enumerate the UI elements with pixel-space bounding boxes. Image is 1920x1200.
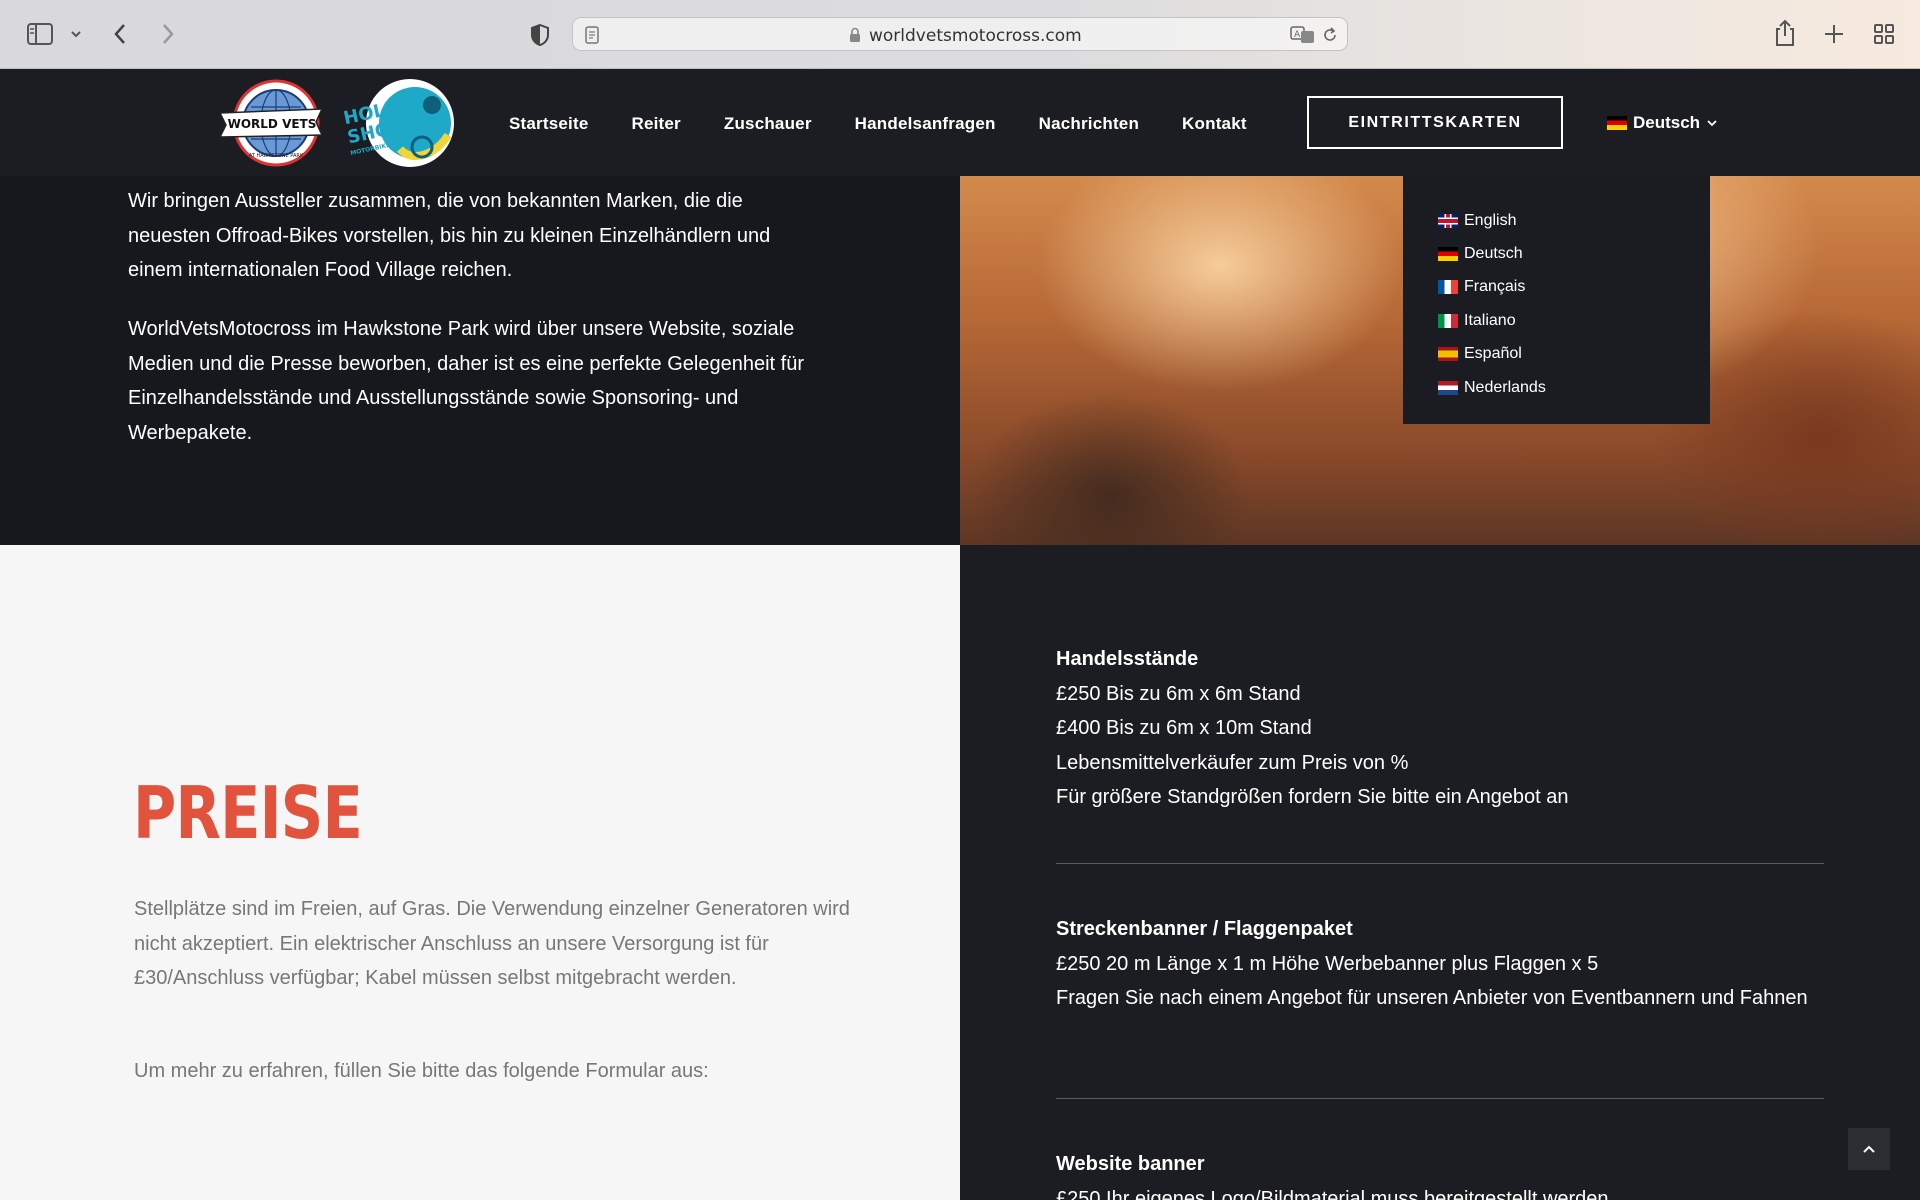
language-current-label: Deutsch bbox=[1633, 113, 1701, 132]
shield-icon[interactable] bbox=[529, 23, 551, 47]
nav-reiter[interactable]: Reiter bbox=[631, 114, 680, 134]
svg-text:A: A bbox=[1294, 30, 1301, 40]
chevron-down-icon[interactable] bbox=[70, 29, 82, 39]
intro-paragraph-1: Wir bringen Aussteller zusammen, die von… bbox=[128, 190, 771, 282]
italy-flag-icon bbox=[1438, 313, 1458, 328]
language-option-italiano[interactable]: Italiano bbox=[1403, 304, 1710, 337]
preise-section: PREISE Stellplätze sind im Freien, auf G… bbox=[0, 545, 960, 1200]
language-option-english[interactable]: English bbox=[1403, 204, 1710, 237]
language-selector[interactable]: Deutsch bbox=[1607, 113, 1718, 133]
main-nav: Startseite Reiter Zuschauer Handelsanfra… bbox=[509, 114, 1290, 134]
price-block-handelsstaende: Handelsstände £250 Bis zu 6m x 6m Stand … bbox=[1056, 642, 1856, 815]
url-text: worldvetsmotocross.com bbox=[869, 26, 1082, 46]
price-line: Für größere Standgrößen fordern Sie bitt… bbox=[1056, 786, 1569, 809]
price-line: Fragen Sie nach einem Angebot für unsere… bbox=[1056, 987, 1808, 1010]
scroll-to-top-button[interactable] bbox=[1848, 1128, 1890, 1170]
price-line: £400 Bis zu 6m x 10m Stand bbox=[1056, 717, 1312, 740]
preise-heading: PREISE bbox=[133, 771, 363, 855]
site-header: WORLD VETS AT HAWKSTONE PARK HOLE SHOT M… bbox=[0, 69, 1920, 176]
nav-handelsanfragen[interactable]: Handelsanfragen bbox=[855, 114, 996, 134]
new-tab-icon[interactable] bbox=[1823, 23, 1845, 45]
nav-zuschauer[interactable]: Zuschauer bbox=[724, 114, 812, 134]
language-option-nederlands[interactable]: Nederlands bbox=[1403, 371, 1710, 404]
netherlands-flag-icon bbox=[1438, 380, 1458, 395]
page-icon bbox=[585, 26, 599, 44]
world-vets-logo[interactable]: WORLD VETS AT HAWKSTONE PARK bbox=[218, 77, 326, 169]
price-title: Website banner bbox=[1056, 1153, 1205, 1175]
germany-flag-icon bbox=[1607, 116, 1627, 130]
preise-paragraph-1: Stellplätze sind im Freien, auf Gras. Di… bbox=[134, 898, 850, 990]
france-flag-icon bbox=[1438, 280, 1458, 295]
price-block-website-banner: Website banner £250 Ihr eigenes Logo/Bil… bbox=[1056, 1147, 1856, 1200]
language-option-deutsch[interactable]: Deutsch bbox=[1403, 237, 1710, 270]
price-block-streckenbanner: Streckenbanner / Flaggenpaket £250 20 m … bbox=[1056, 912, 1856, 1016]
germany-flag-icon bbox=[1438, 247, 1458, 262]
divider bbox=[1056, 863, 1824, 864]
intro-section: Wir bringen Aussteller zusammen, die von… bbox=[0, 176, 960, 545]
tickets-button[interactable]: EINTRITTSKARTEN bbox=[1307, 96, 1563, 149]
svg-text:AT HAWKSTONE PARK: AT HAWKSTONE PARK bbox=[249, 153, 304, 159]
price-line: £250 Ihr eigenes Logo/Bildmaterial muss … bbox=[1056, 1187, 1609, 1200]
address-bar[interactable]: worldvetsmotocross.com A bbox=[572, 17, 1348, 51]
back-icon[interactable] bbox=[112, 22, 128, 46]
chevron-down-icon bbox=[1707, 120, 1717, 127]
spain-flag-icon bbox=[1438, 347, 1458, 362]
nav-nachrichten[interactable]: Nachrichten bbox=[1039, 114, 1139, 134]
divider bbox=[1056, 1098, 1824, 1099]
nav-kontakt[interactable]: Kontakt bbox=[1182, 114, 1247, 134]
browser-toolbar: worldvetsmotocross.com A bbox=[0, 0, 1920, 69]
language-option-francais[interactable]: Français bbox=[1403, 271, 1710, 304]
price-title: Streckenbanner / Flaggenpaket bbox=[1056, 918, 1353, 940]
chevron-up-icon bbox=[1863, 1145, 1875, 1153]
preise-paragraph-2: Um mehr zu erfahren, füllen Sie bitte da… bbox=[134, 1060, 709, 1082]
price-line: Lebensmittelverkäufer zum Preis von % bbox=[1056, 751, 1409, 774]
lock-icon bbox=[850, 27, 860, 42]
uk-flag-icon bbox=[1438, 213, 1458, 228]
price-title: Handelsstände bbox=[1056, 648, 1199, 670]
price-line: £250 20 m Länge x 1 m Höhe Werbebanner p… bbox=[1056, 952, 1599, 975]
share-icon[interactable] bbox=[1774, 19, 1796, 47]
nav-startseite[interactable]: Startseite bbox=[509, 114, 588, 134]
language-option-espanol[interactable]: Español bbox=[1403, 338, 1710, 371]
forward-icon[interactable] bbox=[160, 22, 176, 46]
sidebar-icon[interactable] bbox=[27, 23, 53, 45]
hole-shot-logo[interactable]: HOLE SHOT MOTORBIKE bbox=[340, 77, 460, 169]
translate-icon[interactable]: A bbox=[1290, 25, 1316, 45]
intro-paragraph-2: WorldVetsMotocross im Hawkstone Park wir… bbox=[128, 318, 804, 444]
world-vets-logo-text: WORLD VETS bbox=[228, 117, 317, 131]
price-line: £250 Bis zu 6m x 6m Stand bbox=[1056, 682, 1301, 705]
tab-overview-icon[interactable] bbox=[1873, 23, 1895, 45]
language-dropdown: English Deutsch Français Italiano Españo… bbox=[1403, 176, 1710, 424]
price-list: Handelsstände £250 Bis zu 6m x 6m Stand … bbox=[960, 545, 1920, 1200]
reload-icon[interactable] bbox=[1321, 25, 1339, 45]
